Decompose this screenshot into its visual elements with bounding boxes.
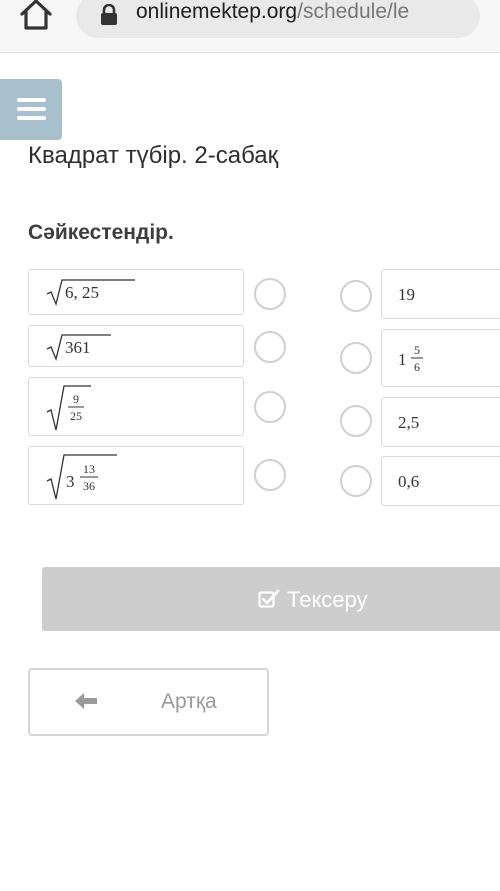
match-left-item[interactable]: 6, 25 bbox=[28, 269, 244, 315]
url-domain: onlinemektep.org bbox=[136, 0, 298, 23]
home-icon[interactable] bbox=[18, 0, 54, 30]
answer-value: 19 bbox=[398, 285, 415, 304]
address-bar[interactable]: onlinemektep.org/schedule/le bbox=[76, 0, 480, 38]
task-instruction: Сәйкестендір. bbox=[28, 221, 174, 244]
menu-bar bbox=[17, 107, 46, 111]
lock-icon bbox=[100, 3, 118, 31]
radicand: 361 bbox=[65, 338, 91, 357]
right-radio[interactable] bbox=[340, 405, 372, 437]
browser-toolbar: onlinemektep.org/schedule/le bbox=[0, 0, 500, 53]
sqrt-expression: 361 bbox=[46, 334, 111, 361]
left-radio[interactable] bbox=[254, 278, 286, 310]
sqrt-expression: 3 13 36 bbox=[46, 454, 117, 500]
lesson-title: Квадрат түбір. 2-сабақ bbox=[28, 142, 279, 169]
answer-value: 2,5 bbox=[398, 413, 420, 432]
check-button-label: Тексеру bbox=[287, 587, 368, 612]
match-right-item[interactable]: 0,6 bbox=[381, 456, 500, 506]
right-radio[interactable] bbox=[340, 342, 372, 374]
left-radio[interactable] bbox=[254, 331, 286, 363]
checkbox-check-icon bbox=[258, 589, 280, 608]
menu-bar bbox=[17, 98, 46, 102]
mixed-whole: 3 bbox=[66, 472, 75, 491]
mixed-fraction: 1 5 6 bbox=[398, 343, 423, 374]
sqrt-expression: 6, 25 bbox=[46, 279, 135, 306]
match-left-item[interactable]: 361 bbox=[28, 325, 244, 367]
right-radio[interactable] bbox=[340, 465, 372, 497]
back-button[interactable]: Артқа bbox=[28, 668, 269, 736]
menu-bar bbox=[17, 116, 46, 120]
sqrt-expression: 9 25 bbox=[46, 385, 91, 431]
check-button[interactable]: Тексеру bbox=[42, 567, 500, 631]
answer-value: 0,6 bbox=[398, 472, 420, 491]
hamburger-menu-icon[interactable] bbox=[0, 79, 62, 140]
url-text: onlinemektep.org/schedule/le bbox=[136, 0, 409, 24]
match-left-item[interactable]: 9 25 bbox=[28, 377, 244, 436]
url-path: /schedule/le bbox=[297, 0, 410, 23]
fraction-numerator: 5 bbox=[414, 343, 420, 357]
match-right-item[interactable]: 19 bbox=[381, 269, 500, 319]
right-radio[interactable] bbox=[340, 280, 372, 312]
match-right-item[interactable]: 2,5 bbox=[381, 397, 500, 447]
left-radio[interactable] bbox=[254, 391, 286, 423]
arrow-left-icon bbox=[75, 693, 97, 709]
fraction-denominator: 6 bbox=[414, 360, 420, 374]
fraction-denominator: 36 bbox=[83, 479, 95, 493]
match-right-item[interactable]: 1 5 6 bbox=[381, 329, 500, 387]
left-radio[interactable] bbox=[254, 459, 286, 491]
fraction-numerator: 13 bbox=[83, 462, 95, 476]
fraction-denominator: 25 bbox=[70, 409, 82, 423]
mixed-whole: 1 bbox=[398, 350, 407, 369]
match-left-item[interactable]: 3 13 36 bbox=[28, 446, 244, 505]
fraction-numerator: 9 bbox=[73, 392, 79, 406]
radicand: 6, 25 bbox=[65, 283, 99, 302]
back-button-label: Артқа bbox=[161, 690, 217, 713]
